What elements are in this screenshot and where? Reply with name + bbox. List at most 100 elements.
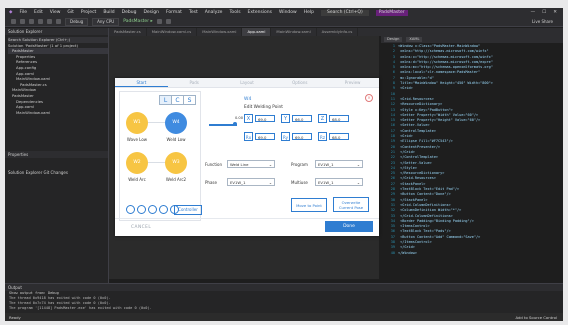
tool-icon[interactable] — [165, 19, 171, 24]
segment-s[interactable]: S — [183, 95, 196, 105]
menu-debug[interactable]: Debug — [122, 10, 137, 15]
multiuse-label: Multiuse — [291, 180, 308, 185]
program-select[interactable]: EV1W_1 ⌄ — [315, 160, 363, 168]
code-text: </Setter.Value> — [398, 160, 432, 165]
code-text: <Grid> — [398, 134, 413, 139]
overwrite-pose-button[interactable]: Overwrite Current Pose — [333, 197, 369, 212]
slider-value: 0.00 — [235, 116, 244, 120]
controller-button[interactable]: Controller — [174, 205, 202, 215]
code-line: 40 </Window> — [381, 251, 563, 256]
tab-design[interactable]: Design — [384, 37, 403, 42]
save-all-icon[interactable] — [38, 19, 43, 24]
coord-y-input[interactable]: 66.0 — [292, 115, 312, 122]
pad-button[interactable]: W1 — [126, 112, 148, 134]
tree-item[interactable]: MainWindow.xaml — [8, 110, 108, 116]
code-text: </ItemsControl> — [398, 239, 432, 244]
cancel-button[interactable]: CANCEL — [131, 225, 151, 230]
menu-view[interactable]: View — [50, 10, 61, 15]
back-icon[interactable] — [11, 19, 16, 24]
status-text: Ready — [9, 314, 21, 320]
tab-document[interactable]: AssemblyInfo.cs — [317, 28, 359, 36]
save-icon[interactable] — [29, 19, 34, 24]
maximize-icon[interactable]: ☐ — [542, 10, 546, 15]
code-text: </Style> — [398, 165, 417, 170]
menu-format[interactable]: Format — [166, 10, 182, 15]
code-text: </Grid> — [398, 245, 415, 250]
tab-document[interactable]: MainWindow.xaml — [271, 28, 317, 36]
platform-select[interactable]: Any CPU — [92, 17, 120, 26]
status-bar: Ready Add to Source Control — [5, 313, 563, 321]
coord-rx-input[interactable]: 69.0 — [255, 133, 275, 140]
config-select[interactable]: Debug — [65, 17, 89, 26]
tool-icon[interactable] — [156, 19, 162, 24]
refresh-icon[interactable] — [159, 205, 168, 214]
code-text: <ControlTemplate> — [398, 128, 436, 133]
function-select[interactable]: Weld Line ⌄ — [227, 160, 275, 168]
redo-icon[interactable] — [56, 19, 61, 24]
wizard-tab[interactable]: Layout — [221, 78, 274, 87]
undo-icon[interactable] — [47, 19, 52, 24]
menu-extensions[interactable]: Extensions — [248, 10, 272, 15]
menu-help[interactable]: Help — [304, 10, 314, 15]
menu-file[interactable]: File — [19, 10, 27, 15]
code-text: xmlns:mc="http://schemas.openxmlformats.… — [398, 65, 493, 70]
pad-button[interactable]: W2 — [126, 152, 148, 174]
coord-ry-input[interactable]: 69.0 — [292, 133, 312, 140]
window-controls: — ☐ ✕ — [531, 10, 563, 15]
code-text: <Ellipse Fill="#F7C543"/> — [398, 139, 453, 144]
menu-tools[interactable]: Tools — [229, 10, 240, 15]
pad-connector — [148, 162, 165, 163]
menu-design[interactable]: Design — [143, 10, 159, 15]
tab-document-active[interactable]: App.xaml — [242, 28, 272, 36]
code-text: <Button Content="Add" Command="Save"/> — [398, 234, 481, 239]
wizard-tab[interactable]: Preview — [326, 78, 379, 87]
menu-edit[interactable]: Edit — [34, 10, 43, 15]
function-label: Function — [205, 162, 223, 167]
menu-git[interactable]: Git — [67, 10, 74, 15]
pad-panel: L C S W1 Wave Low W4 Weld Low W2 Weld Ar… — [119, 91, 202, 221]
coord-z-input[interactable]: 68.0 — [329, 115, 349, 122]
coord-rz-input[interactable]: 68.0 — [329, 133, 349, 140]
wizard-tab[interactable]: Start — [115, 78, 168, 87]
move-to-point-button[interactable]: Move to Point — [291, 198, 327, 212]
pad-button[interactable]: W3 — [165, 152, 187, 174]
close-dialog-icon[interactable]: × — [365, 94, 373, 102]
multiuse-select[interactable]: EV1W_1 ⌄ — [315, 178, 363, 186]
axis-label: Y — [281, 114, 290, 123]
remove-icon[interactable] — [137, 205, 146, 214]
close-icon[interactable]: ✕ — [553, 10, 557, 15]
tab-document[interactable]: PadsMaster.cs — [109, 28, 147, 36]
menu-window[interactable]: Window — [279, 10, 297, 15]
explorer-tabs[interactable]: Solution Explorer Git Changes — [5, 169, 108, 176]
done-button[interactable]: Done — [325, 221, 373, 232]
slider-thumb[interactable] — [233, 122, 237, 126]
search-input[interactable]: Search (Ctrl+Q) — [321, 9, 369, 16]
menu-build[interactable]: Build — [103, 10, 114, 15]
copy-icon[interactable] — [148, 205, 157, 214]
code-text: xmlns:local="clr-namespace:PadsMaster" — [398, 70, 481, 75]
phase-select[interactable]: EV1W_1 ⌄ — [227, 178, 275, 186]
xaml-editor[interactable]: 1 <Window x:Class="PadsMaster.MainWindow"… — [381, 36, 563, 279]
output-title: Output — [5, 284, 563, 291]
source-control-button[interactable]: Add to Source Control — [515, 315, 563, 320]
tab-document[interactable]: MainWindow.xaml — [197, 28, 243, 36]
pad-label: Weld Arc2 — [165, 177, 187, 182]
pad-button-selected[interactable]: W4 — [165, 112, 187, 134]
menu-test[interactable]: Test — [189, 10, 198, 15]
add-icon[interactable] — [126, 205, 135, 214]
forward-icon[interactable] — [20, 19, 25, 24]
menu-project[interactable]: Project — [81, 10, 96, 15]
code-text: Title="MainWindow" Height="450" Width="8… — [398, 81, 493, 86]
pad-label: Wave Low — [126, 137, 148, 142]
code-text: </Grid.ColumnDefinitions> — [398, 213, 453, 218]
tab-xaml[interactable]: XAML — [406, 37, 423, 42]
tab-document[interactable]: MainWindow.xaml.cs — [147, 28, 198, 36]
start-button[interactable]: PadsMaster ▸ — [123, 19, 153, 24]
mode-segmented-control: L C S — [159, 95, 196, 105]
coord-x-input[interactable]: 69.0 — [255, 115, 275, 122]
live-share-button[interactable]: Live Share — [532, 19, 563, 24]
menu-analyze[interactable]: Analyze — [205, 10, 223, 15]
wizard-tab[interactable]: Options — [273, 78, 326, 87]
wizard-tab[interactable]: Pads — [168, 78, 221, 87]
minimize-icon[interactable]: — — [531, 10, 536, 15]
